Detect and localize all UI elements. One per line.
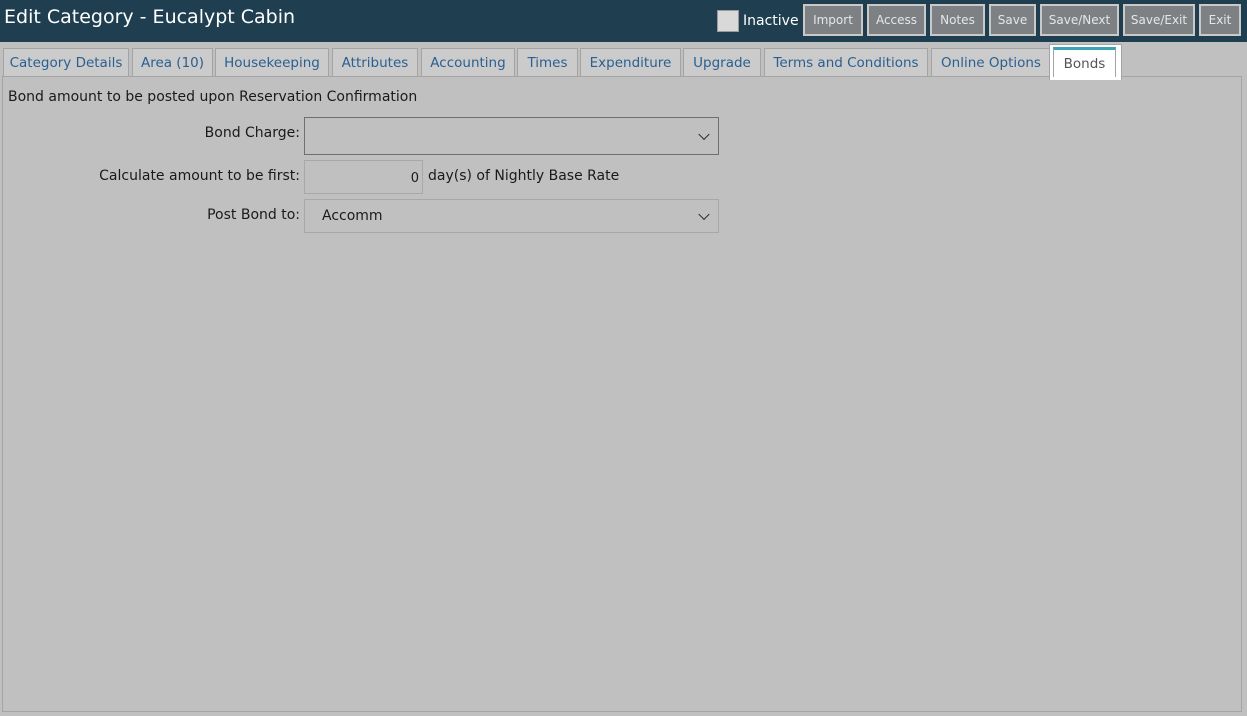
tab-area[interactable]: Area (10) (132, 48, 213, 76)
save-next-button[interactable]: Save/Next (1040, 4, 1119, 36)
header-bar: Edit Category - Eucalypt Cabin Inactive … (0, 0, 1247, 42)
post-bond-to-label: Post Bond to: (207, 207, 300, 223)
chevron-down-icon (698, 128, 710, 141)
bond-charge-select[interactable] (304, 117, 719, 155)
calc-amount-label: Calculate amount to be first: (99, 168, 300, 184)
chevron-down-icon (698, 208, 710, 221)
save-button[interactable]: Save (989, 4, 1036, 36)
bonds-heading: Bond amount to be posted upon Reservatio… (8, 89, 418, 105)
tab-bonds[interactable]: Bonds (1053, 47, 1116, 77)
notes-button[interactable]: Notes (930, 4, 985, 36)
exit-button[interactable]: Exit (1199, 4, 1241, 36)
tab-times[interactable]: Times (517, 48, 578, 76)
post-bond-to-value: Accomm (322, 208, 383, 224)
tab-terms-and-conditions[interactable]: Terms and Conditions (764, 48, 928, 76)
bond-charge-label: Bond Charge: (204, 125, 300, 141)
save-exit-button[interactable]: Save/Exit (1123, 4, 1195, 36)
post-bond-to-select[interactable]: Accomm (304, 199, 719, 233)
tab-category-details[interactable]: Category Details (3, 48, 129, 76)
calc-days-input[interactable]: 0 (304, 160, 423, 194)
tab-attributes[interactable]: Attributes (332, 48, 418, 76)
inactive-toggle[interactable]: Inactive (717, 10, 799, 32)
tab-accounting[interactable]: Accounting (421, 48, 515, 76)
calc-suffix-label: day(s) of Nightly Base Rate (428, 168, 620, 184)
tab-online-options[interactable]: Online Options (931, 48, 1051, 76)
import-button[interactable]: Import (803, 4, 863, 36)
access-button[interactable]: Access (867, 4, 926, 36)
page-title: Edit Category - Eucalypt Cabin (4, 6, 296, 28)
tab-upgrade[interactable]: Upgrade (683, 48, 761, 76)
inactive-label: Inactive (743, 13, 799, 29)
tab-expenditure[interactable]: Expenditure (580, 48, 681, 76)
tab-housekeeping[interactable]: Housekeeping (215, 48, 329, 76)
inactive-checkbox[interactable] (717, 10, 739, 32)
